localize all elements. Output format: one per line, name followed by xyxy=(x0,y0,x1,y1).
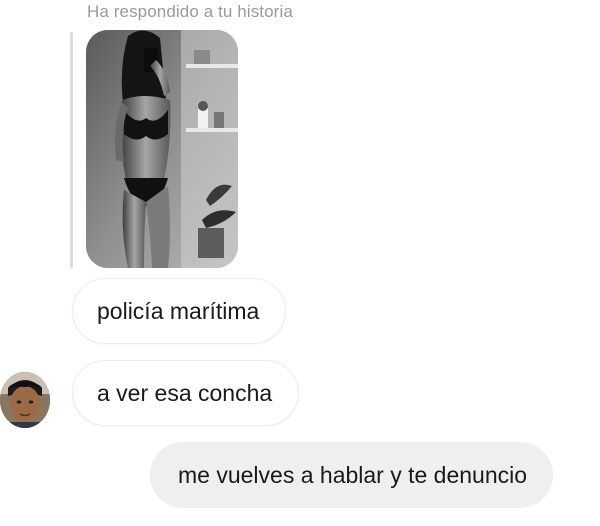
story-thumbnail[interactable] xyxy=(86,30,238,268)
avatar-photo xyxy=(0,372,50,428)
story-reply-line xyxy=(70,32,73,268)
message-bubble[interactable]: policía marítima xyxy=(72,278,287,344)
message-bubble-own[interactable]: me vuelves a hablar y te denuncio xyxy=(150,442,554,508)
story-reply-label: Ha respondido a tu historia xyxy=(87,2,293,21)
avatar[interactable] xyxy=(0,372,50,428)
story-photo xyxy=(86,30,238,268)
message-text: me vuelves a hablar y te denuncio xyxy=(178,461,528,488)
message-text: policía marítima xyxy=(97,297,260,324)
message-bubble[interactable]: a ver esa concha xyxy=(72,360,300,426)
message-text: a ver esa concha xyxy=(97,379,273,406)
